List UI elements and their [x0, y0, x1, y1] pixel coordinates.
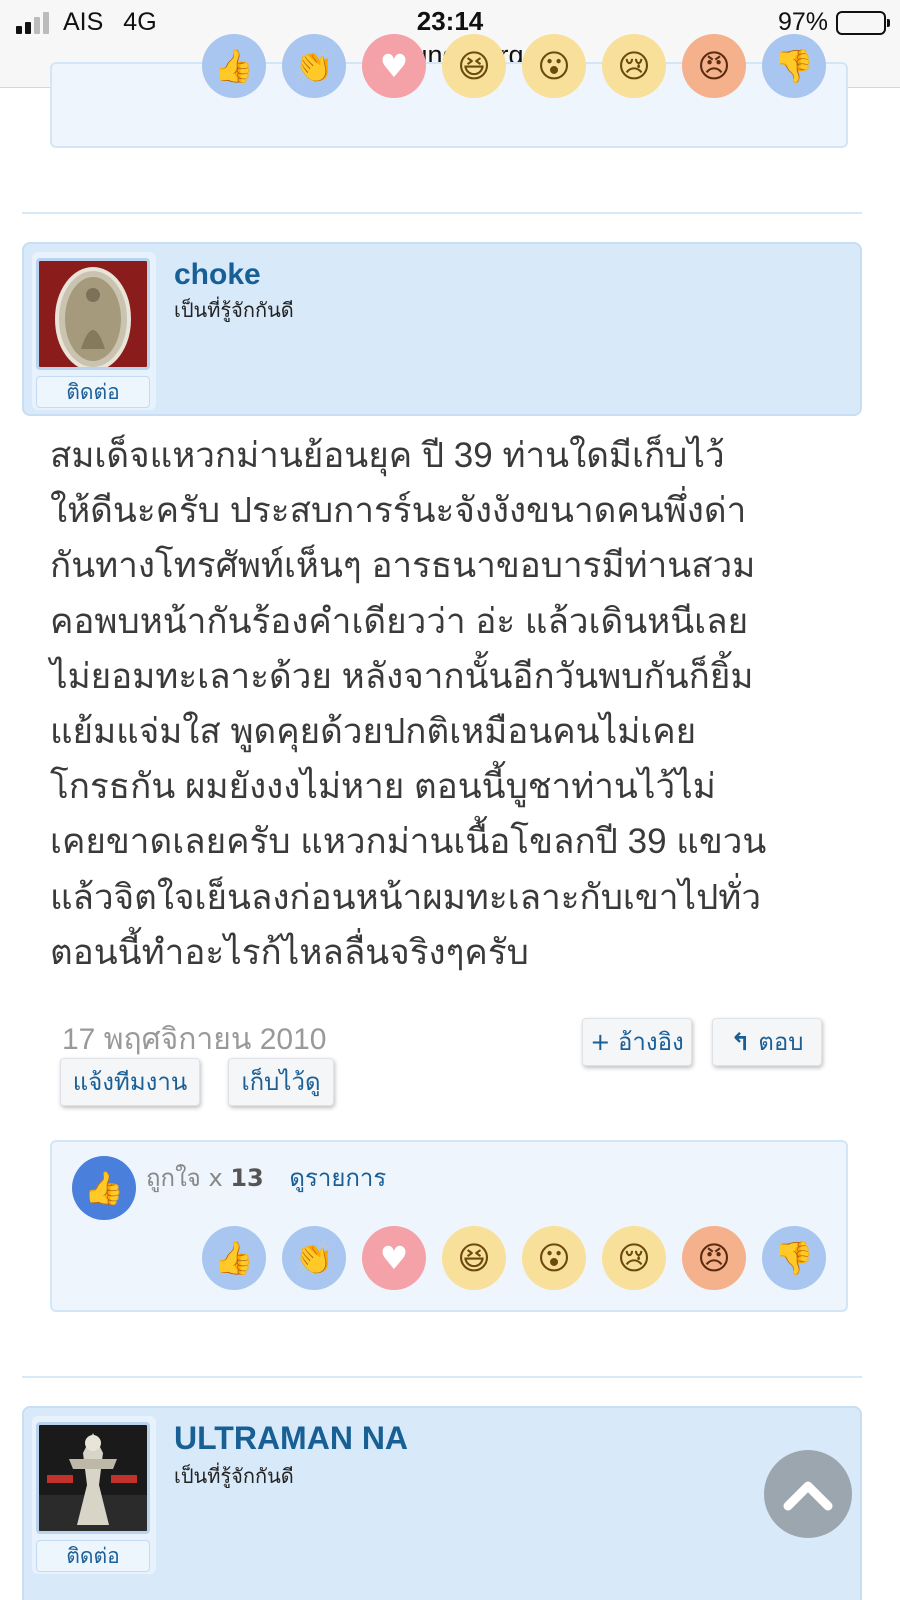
like-summary: ถูกใจ x 13 ดูรายการ — [146, 1158, 386, 1197]
reaction-row: 👍 👏 ♥ 😆 😮 😢 😠 👎 — [202, 34, 826, 98]
post-body-line: คอพบหน้ากันร้องคำเดียวว่า อ่ะ แล้วเดินหน… — [50, 601, 749, 641]
contact-button[interactable]: ติดต่อ — [36, 376, 150, 408]
like-icon[interactable]: 👍 — [202, 1226, 266, 1290]
save-button[interactable]: เก็บไว้ดู — [228, 1058, 334, 1106]
post-header: ติดต่อ choke เป็นที่รู้จักกันดี — [22, 242, 862, 416]
report-button[interactable]: แจ้งทีมงาน — [60, 1058, 200, 1106]
reply-icon: ↰ — [730, 1028, 751, 1056]
reaction-row: 👍 👏 ♥ 😆 😮 😢 😠 👎 — [202, 1226, 826, 1290]
quote-button[interactable]: + อ้างอิง — [582, 1018, 692, 1066]
like-list-link[interactable]: ดูรายการ — [289, 1164, 386, 1192]
dislike-icon[interactable]: 👎 — [762, 34, 826, 98]
post-separator — [22, 1376, 862, 1378]
liked-thumb-icon: 👍 — [72, 1156, 136, 1220]
user-title: เป็นที่รู้จักกันดี — [174, 298, 294, 322]
user-card: ติดต่อ — [32, 1416, 156, 1574]
battery-percent: 97% — [777, 8, 828, 36]
previous-reactions-box: 👍 👏 ♥ 😆 😮 😢 😠 👎 — [50, 34, 848, 148]
avatar[interactable] — [36, 1422, 150, 1534]
post-body-line: แย้มแจ่มใส พูดคุยด้วยปกติเหมือนคนไม่เคย — [50, 712, 697, 752]
haha-icon[interactable]: 😆 — [442, 34, 506, 98]
status-right: 97% — [777, 8, 890, 37]
post-body-line: เคยขาดเลยครับ แหวกม่านเนื้อโขลกปี 39 แขว… — [50, 822, 767, 862]
post-body-line: ให้ดีนะครับ ประสบการร์นะจังงังขนาดคนพึ่ง… — [50, 491, 747, 531]
wow-icon[interactable]: 😮 — [522, 1226, 586, 1290]
love-icon[interactable]: ♥ — [362, 1226, 426, 1290]
post-body-line: แล้วจิตใจเย็นลงก่อนหน้าผมทะเลาะกับเขาไปท… — [50, 877, 762, 917]
post-body-line: ไม่ยอมทะเลาะด้วย หลังจากนั้นอีกวันพบกันก… — [50, 656, 754, 696]
wow-icon[interactable]: 😮 — [522, 34, 586, 98]
post-header: ติดต่อ ULTRAMAN NA เป็นที่รู้จักกันดี — [22, 1406, 862, 1600]
sad-icon[interactable]: 😢 — [602, 1226, 666, 1290]
haha-icon[interactable]: 😆 — [442, 1226, 506, 1290]
post-body: สมเด็จแหวกม่านย้อนยุค ปี 39 ท่านใดมีเก็บ… — [50, 428, 850, 980]
sad-icon[interactable]: 😢 — [602, 34, 666, 98]
chevron-up-icon — [783, 1481, 833, 1511]
dislike-icon[interactable]: 👎 — [762, 1226, 826, 1290]
post-date: 17 พฤศจิกายน 2010 — [62, 1023, 327, 1056]
battery-icon — [836, 10, 890, 35]
post-body-line: กันทางโทรศัพท์เห็นๆ อารธนาขอบารมีท่านสวม — [50, 546, 756, 586]
user-title: เป็นที่รู้จักกันดี — [174, 1464, 294, 1488]
post-body-line: โกรธกัน ผมยังงงไม่หาย ตอนนี้บูชาท่านไว้ไ… — [50, 767, 716, 807]
user-card: ติดต่อ — [32, 252, 156, 410]
clap-icon[interactable]: 👏 — [282, 34, 346, 98]
angry-icon[interactable]: 😠 — [682, 34, 746, 98]
clock: 23:14 — [416, 6, 484, 36]
like-icon[interactable]: 👍 — [202, 34, 266, 98]
post-body-line: สมเด็จแหวกม่านย้อนยุค ปี 39 ท่านใดมีเก็บ… — [50, 436, 725, 475]
like-count: 13 — [230, 1164, 264, 1192]
post-body-line: ตอนนี้ทำอะไรก้ไหลลื่นจริงๆครับ — [50, 932, 529, 972]
username-link[interactable]: choke — [174, 258, 261, 292]
contact-button[interactable]: ติดต่อ — [36, 1540, 150, 1572]
reply-label: ตอบ — [758, 1028, 804, 1056]
like-label: ถูกใจ x — [146, 1164, 223, 1192]
scroll-to-top-button[interactable] — [764, 1450, 852, 1538]
avatar[interactable] — [36, 258, 150, 370]
love-icon[interactable]: ♥ — [362, 34, 426, 98]
username-link[interactable]: ULTRAMAN NA — [174, 1420, 408, 1457]
reply-button[interactable]: ↰ ตอบ — [712, 1018, 822, 1066]
post-separator — [22, 212, 862, 214]
reactions-box: 👍 ถูกใจ x 13 ดูรายการ 👍 👏 ♥ 😆 😮 😢 😠 👎 — [50, 1140, 848, 1312]
angry-icon[interactable]: 😠 — [682, 1226, 746, 1290]
clap-icon[interactable]: 👏 — [282, 1226, 346, 1290]
